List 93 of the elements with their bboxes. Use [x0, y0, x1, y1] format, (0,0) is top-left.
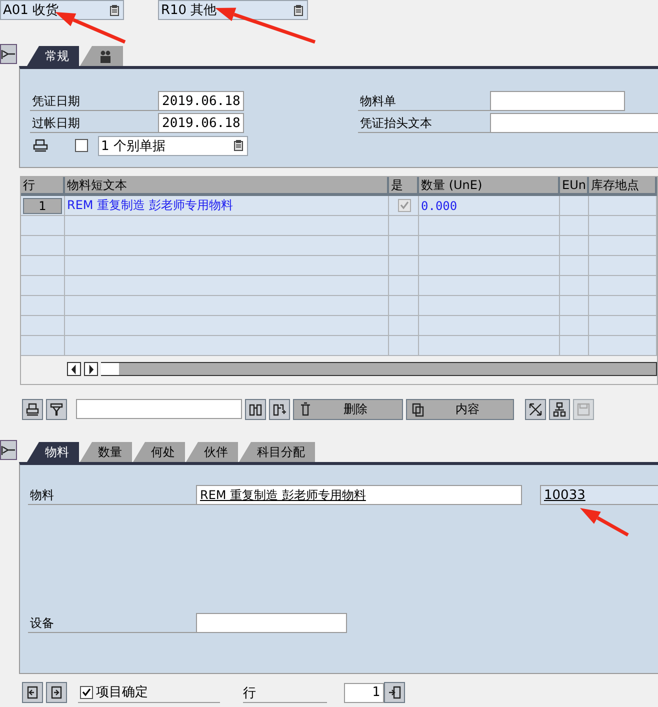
- checkbox[interactable]: [75, 139, 88, 152]
- previous-button[interactable]: [22, 682, 43, 703]
- dropdown-icon: [294, 4, 303, 16]
- scroll-left-button[interactable]: [67, 362, 81, 376]
- dropdown-icon: [110, 4, 119, 16]
- binoculars-plus-icon: [272, 402, 287, 416]
- input-field[interactable]: [490, 91, 625, 111]
- toggle-header-button[interactable]: [0, 44, 17, 64]
- expand-icon: [528, 402, 543, 416]
- table-cell: 0.000: [419, 196, 560, 216]
- row-selector[interactable]: 1: [23, 198, 62, 214]
- go-to-icon: [387, 685, 402, 700]
- table-cell: [21, 276, 65, 296]
- go-to-line-button[interactable]: [384, 682, 405, 703]
- table-cell: [389, 256, 419, 276]
- dropdown-field[interactable]: R10 其他: [158, 0, 308, 20]
- column-header[interactable]: 物料短文本: [65, 177, 389, 196]
- table-cell: [589, 236, 657, 256]
- table-cell: [560, 316, 589, 336]
- table-cell: [560, 256, 589, 276]
- people-tab[interactable]: [80, 46, 123, 66]
- table-cell: [389, 336, 419, 356]
- line-field[interactable]: 1: [344, 682, 384, 702]
- table-cell: [589, 256, 657, 276]
- arrow-annotation: [580, 508, 629, 537]
- table-cell: [389, 236, 419, 256]
- dropdown-field[interactable]: A01 收货: [0, 0, 124, 20]
- content-button[interactable]: 内容: [406, 398, 514, 420]
- table-cell: [21, 256, 65, 276]
- tab[interactable]: 数量: [80, 442, 132, 462]
- next-icon: [49, 685, 64, 700]
- table-cell: [389, 276, 419, 296]
- input-field[interactable]: [490, 113, 658, 133]
- table-cell: [560, 296, 589, 316]
- tab[interactable]: 何处: [133, 442, 185, 462]
- filter-icon: [49, 402, 64, 416]
- find-button[interactable]: [245, 398, 266, 420]
- table-cell: [589, 316, 657, 336]
- table-cell: [589, 216, 657, 236]
- tab[interactable]: 科目分配: [239, 442, 315, 462]
- print-button[interactable]: [22, 398, 43, 420]
- column-header[interactable]: 行: [21, 177, 65, 196]
- table-cell: [560, 216, 589, 236]
- tab[interactable]: 物料: [27, 442, 79, 462]
- table-cell: [560, 196, 589, 216]
- table-cell: [560, 276, 589, 296]
- next-button[interactable]: [46, 682, 67, 703]
- column-header[interactable]: 数量 (UnE): [419, 177, 560, 196]
- binoculars-icon: [248, 402, 263, 416]
- item-ok-checkbox[interactable]: 项目确定: [78, 682, 220, 702]
- table-cell: [589, 296, 657, 316]
- find-next-button[interactable]: [269, 398, 290, 420]
- column-header[interactable]: 库存地点: [589, 177, 657, 196]
- expand-button[interactable]: [525, 398, 546, 420]
- table-cell: [560, 236, 589, 256]
- copy-icon: [411, 402, 426, 416]
- search-field[interactable]: [76, 399, 242, 419]
- trash-icon: [298, 402, 313, 416]
- delete-button[interactable]: 删除: [293, 398, 403, 420]
- material-number-field[interactable]: 10033: [540, 485, 658, 505]
- hierarchy-icon: [552, 402, 567, 416]
- column-header[interactable]: EUn: [560, 177, 589, 196]
- table-cell: REM 重复制造 彭老师专用物料: [65, 196, 389, 216]
- filter-button[interactable]: [46, 398, 67, 420]
- date-field[interactable]: 2019.06.18: [158, 113, 244, 133]
- table-cell: [389, 316, 419, 336]
- table-cell: [21, 336, 65, 356]
- table-cell: [21, 296, 65, 316]
- checkbox-label: 项目确定: [96, 684, 148, 701]
- toggle-item-button[interactable]: [0, 440, 17, 460]
- material-text-field[interactable]: REM 重复制造 彭老师专用物料: [196, 485, 522, 505]
- table-cell: [389, 296, 419, 316]
- table-cell: [589, 196, 657, 216]
- field-label: 行: [243, 682, 327, 702]
- table-cell: [21, 316, 65, 336]
- table-cell: [589, 336, 657, 356]
- people-icon: [98, 48, 113, 64]
- equipment-field[interactable]: [196, 613, 347, 633]
- previous-icon: [25, 685, 40, 700]
- date-field[interactable]: 2019.06.18: [158, 91, 244, 111]
- printer-icon: [25, 402, 40, 416]
- dropdown-field[interactable]: 1 个别单据: [98, 136, 248, 156]
- table-cell: [21, 236, 65, 256]
- tab[interactable]: 伙伴: [186, 442, 238, 462]
- table-cell: [560, 336, 589, 356]
- dropdown-icon: [234, 140, 243, 151]
- column-header[interactable]: 是: [389, 177, 419, 196]
- scrollbar[interactable]: [101, 362, 657, 376]
- table-cell: [589, 276, 657, 296]
- tab[interactable]: 常规: [27, 46, 79, 66]
- scroll-right-button[interactable]: [84, 362, 98, 376]
- checkbox[interactable]: [80, 686, 93, 698]
- hierarchy-button[interactable]: [549, 398, 570, 420]
